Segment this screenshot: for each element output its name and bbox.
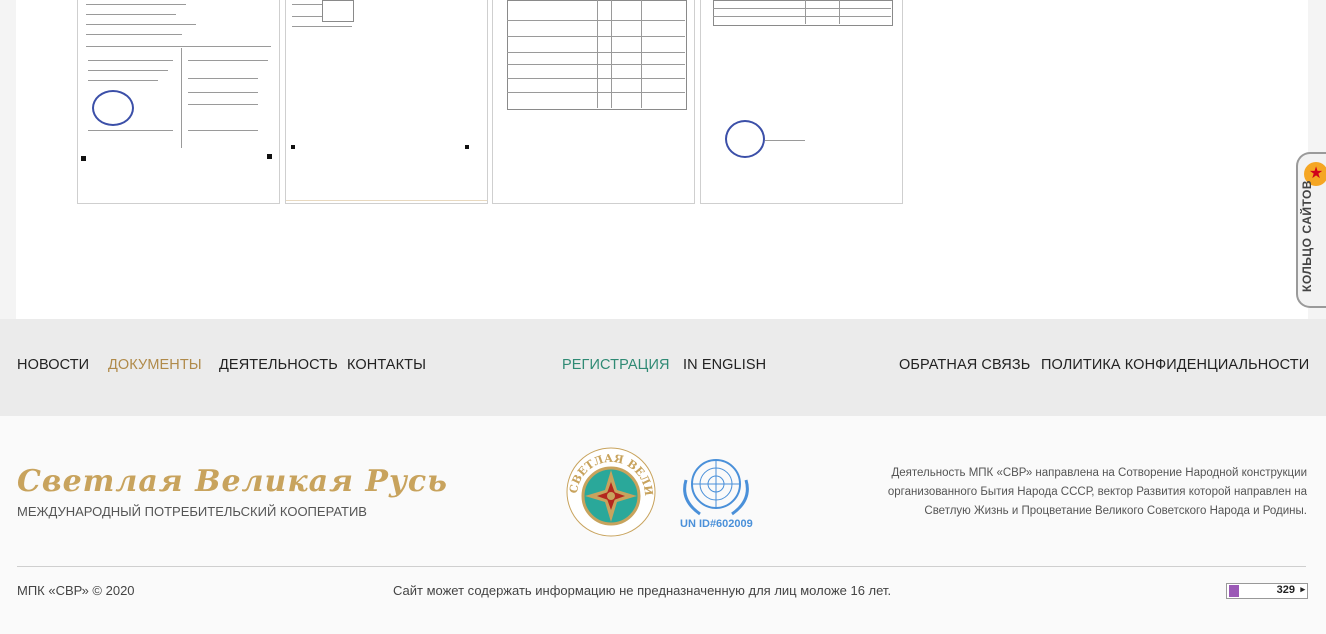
brand-subtitle: МЕЖДУНАРОДНЫЙ ПОТРЕБИТЕЛЬСКИЙ КООПЕРАТИВ [17, 504, 367, 519]
footer: Светлая Великая Русь МЕЖДУНАРОДНЫЙ ПОТРЕ… [0, 416, 1326, 634]
footer-divider [17, 566, 1306, 567]
nav-contacts[interactable]: КОНТАКТЫ [347, 357, 426, 373]
footer-nav: НОВОСТИ ДОКУМЕНТЫ ДЕЯТЕЛЬНОСТЬ КОНТАКТЫ … [0, 319, 1326, 416]
visit-counter[interactable]: 329 ▸ [1226, 583, 1308, 599]
stamp-icon [725, 120, 765, 158]
copyright: МПК «СВР» © 2020 [17, 583, 135, 598]
document-thumbnail-1[interactable] [77, 0, 280, 204]
un-id-label: UN ID#602009 [680, 518, 753, 530]
nav-privacy-policy[interactable]: ПОЛИТИКА КОНФИДЕНЦИАЛЬНОСТИ [1041, 357, 1309, 373]
counter-value: 329 [1276, 584, 1295, 596]
nav-registration[interactable]: РЕГИСТРАЦИЯ [562, 357, 670, 373]
document-thumbnail-3[interactable] [492, 0, 695, 204]
arrow-right-icon: ▸ [1300, 584, 1305, 594]
nav-feedback[interactable]: ОБРАТНАЯ СВЯЗЬ [899, 357, 1030, 373]
stamp-icon [92, 90, 134, 126]
age-warning: Сайт может содержать информацию не предн… [393, 583, 892, 598]
nav-activity[interactable]: ДЕЯТЕЛЬНОСТЬ [219, 357, 338, 373]
nav-documents[interactable]: ДОКУМЕНТЫ [108, 357, 202, 373]
ring-of-sites-label: КОЛЬЦО САЙТОВ [1300, 179, 1314, 292]
ring-of-sites-widget[interactable]: ★ КОЛЬЦО САЙТОВ [1296, 152, 1326, 308]
document-thumbnail-4[interactable] [700, 0, 903, 204]
documents-area [0, 0, 1326, 319]
un-logo-icon[interactable]: UN ID#602009 [676, 450, 756, 534]
svr-emblem-icon[interactable]: СВЕТЛАЯ ВЕЛИКАЯ РУСЬ [560, 436, 657, 538]
counter-icon [1229, 585, 1239, 597]
nav-english[interactable]: IN ENGLISH [683, 357, 766, 373]
footer-description: Деятельность МПК «СВР» направлена на Сот… [887, 467, 1307, 517]
documents-panel [16, 0, 1308, 319]
nav-news[interactable]: НОВОСТИ [17, 357, 89, 373]
document-thumbnail-2[interactable] [285, 0, 488, 204]
brand-title[interactable]: Светлая Великая Русь [17, 464, 448, 499]
